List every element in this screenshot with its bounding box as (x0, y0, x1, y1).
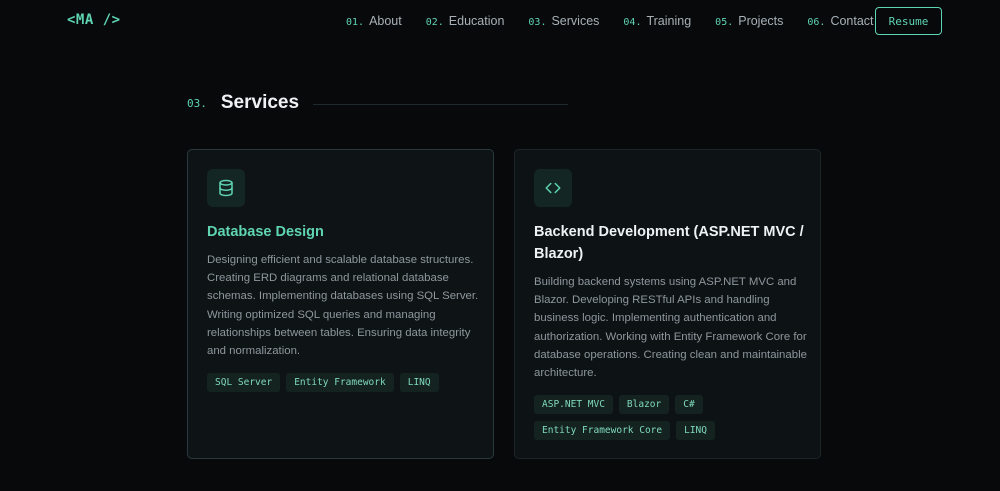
tag: SQL Server (207, 373, 281, 392)
page: <MA /> 01. About 02. Education 03. Servi… (0, 0, 1000, 491)
tag-list: ASP.NET MVC Blazor C# Entity Framework C… (534, 395, 809, 447)
nav-links: 01. About 02. Education 03. Services 04.… (346, 14, 898, 28)
tag: LINQ (676, 421, 715, 440)
top-nav: <MA /> 01. About 02. Education 03. Servi… (0, 0, 1000, 42)
tag: Entity Framework Core (534, 421, 671, 440)
nav-item-label: About (369, 14, 402, 28)
card-description: Building backend systems using ASP.NET M… (534, 276, 807, 380)
nav-item-services[interactable]: 03. Services (528, 14, 599, 28)
service-card-database-design[interactable]: Database Design Designing efficient and … (187, 149, 494, 459)
tag: C# (675, 395, 703, 414)
nav-item-number: 01. (346, 17, 365, 28)
section-title: Services (220, 92, 300, 113)
nav-item-number: 06. (807, 17, 826, 28)
nav-item-label: Training (646, 14, 692, 28)
section-heading: 03. Services (187, 92, 299, 114)
tag-list: SQL Server Entity Framework LINQ (207, 373, 482, 399)
service-card-backend-development[interactable]: Backend Development (ASP.NET MVC / Blazo… (514, 149, 821, 459)
card-title: Database Design (207, 224, 324, 240)
nav-item-number: 02. (425, 17, 444, 28)
tag: Blazor (618, 395, 670, 414)
tag: ASP.NET MVC (534, 395, 613, 414)
resume-button[interactable]: Resume (875, 7, 942, 35)
tag: LINQ (399, 373, 439, 392)
code-icon (534, 169, 572, 207)
nav-item-number: 04. (623, 17, 642, 28)
section-divider (313, 104, 568, 105)
database-icon (207, 169, 245, 207)
logo[interactable]: <MA /> (67, 12, 121, 28)
nav-item-contact[interactable]: 06. Contact (807, 14, 873, 28)
nav-item-about[interactable]: 01. About (346, 14, 402, 28)
nav-item-label: Contact (830, 14, 874, 28)
section-number: 03. (187, 96, 207, 110)
card-description: Designing efficient and scalable databas… (207, 254, 479, 358)
tag: Entity Framework (286, 373, 394, 392)
nav-item-label: Education (448, 14, 505, 28)
nav-item-projects[interactable]: 05. Projects (715, 14, 783, 28)
card-title: Backend Development (ASP.NET MVC / Blazo… (534, 224, 804, 262)
nav-item-training[interactable]: 04. Training (623, 14, 691, 28)
nav-item-number: 03. (528, 17, 547, 28)
nav-item-label: Projects (738, 14, 784, 28)
nav-item-education[interactable]: 02. Education (426, 14, 505, 28)
nav-item-label: Services (551, 14, 600, 28)
nav-item-number: 05. (715, 17, 734, 28)
